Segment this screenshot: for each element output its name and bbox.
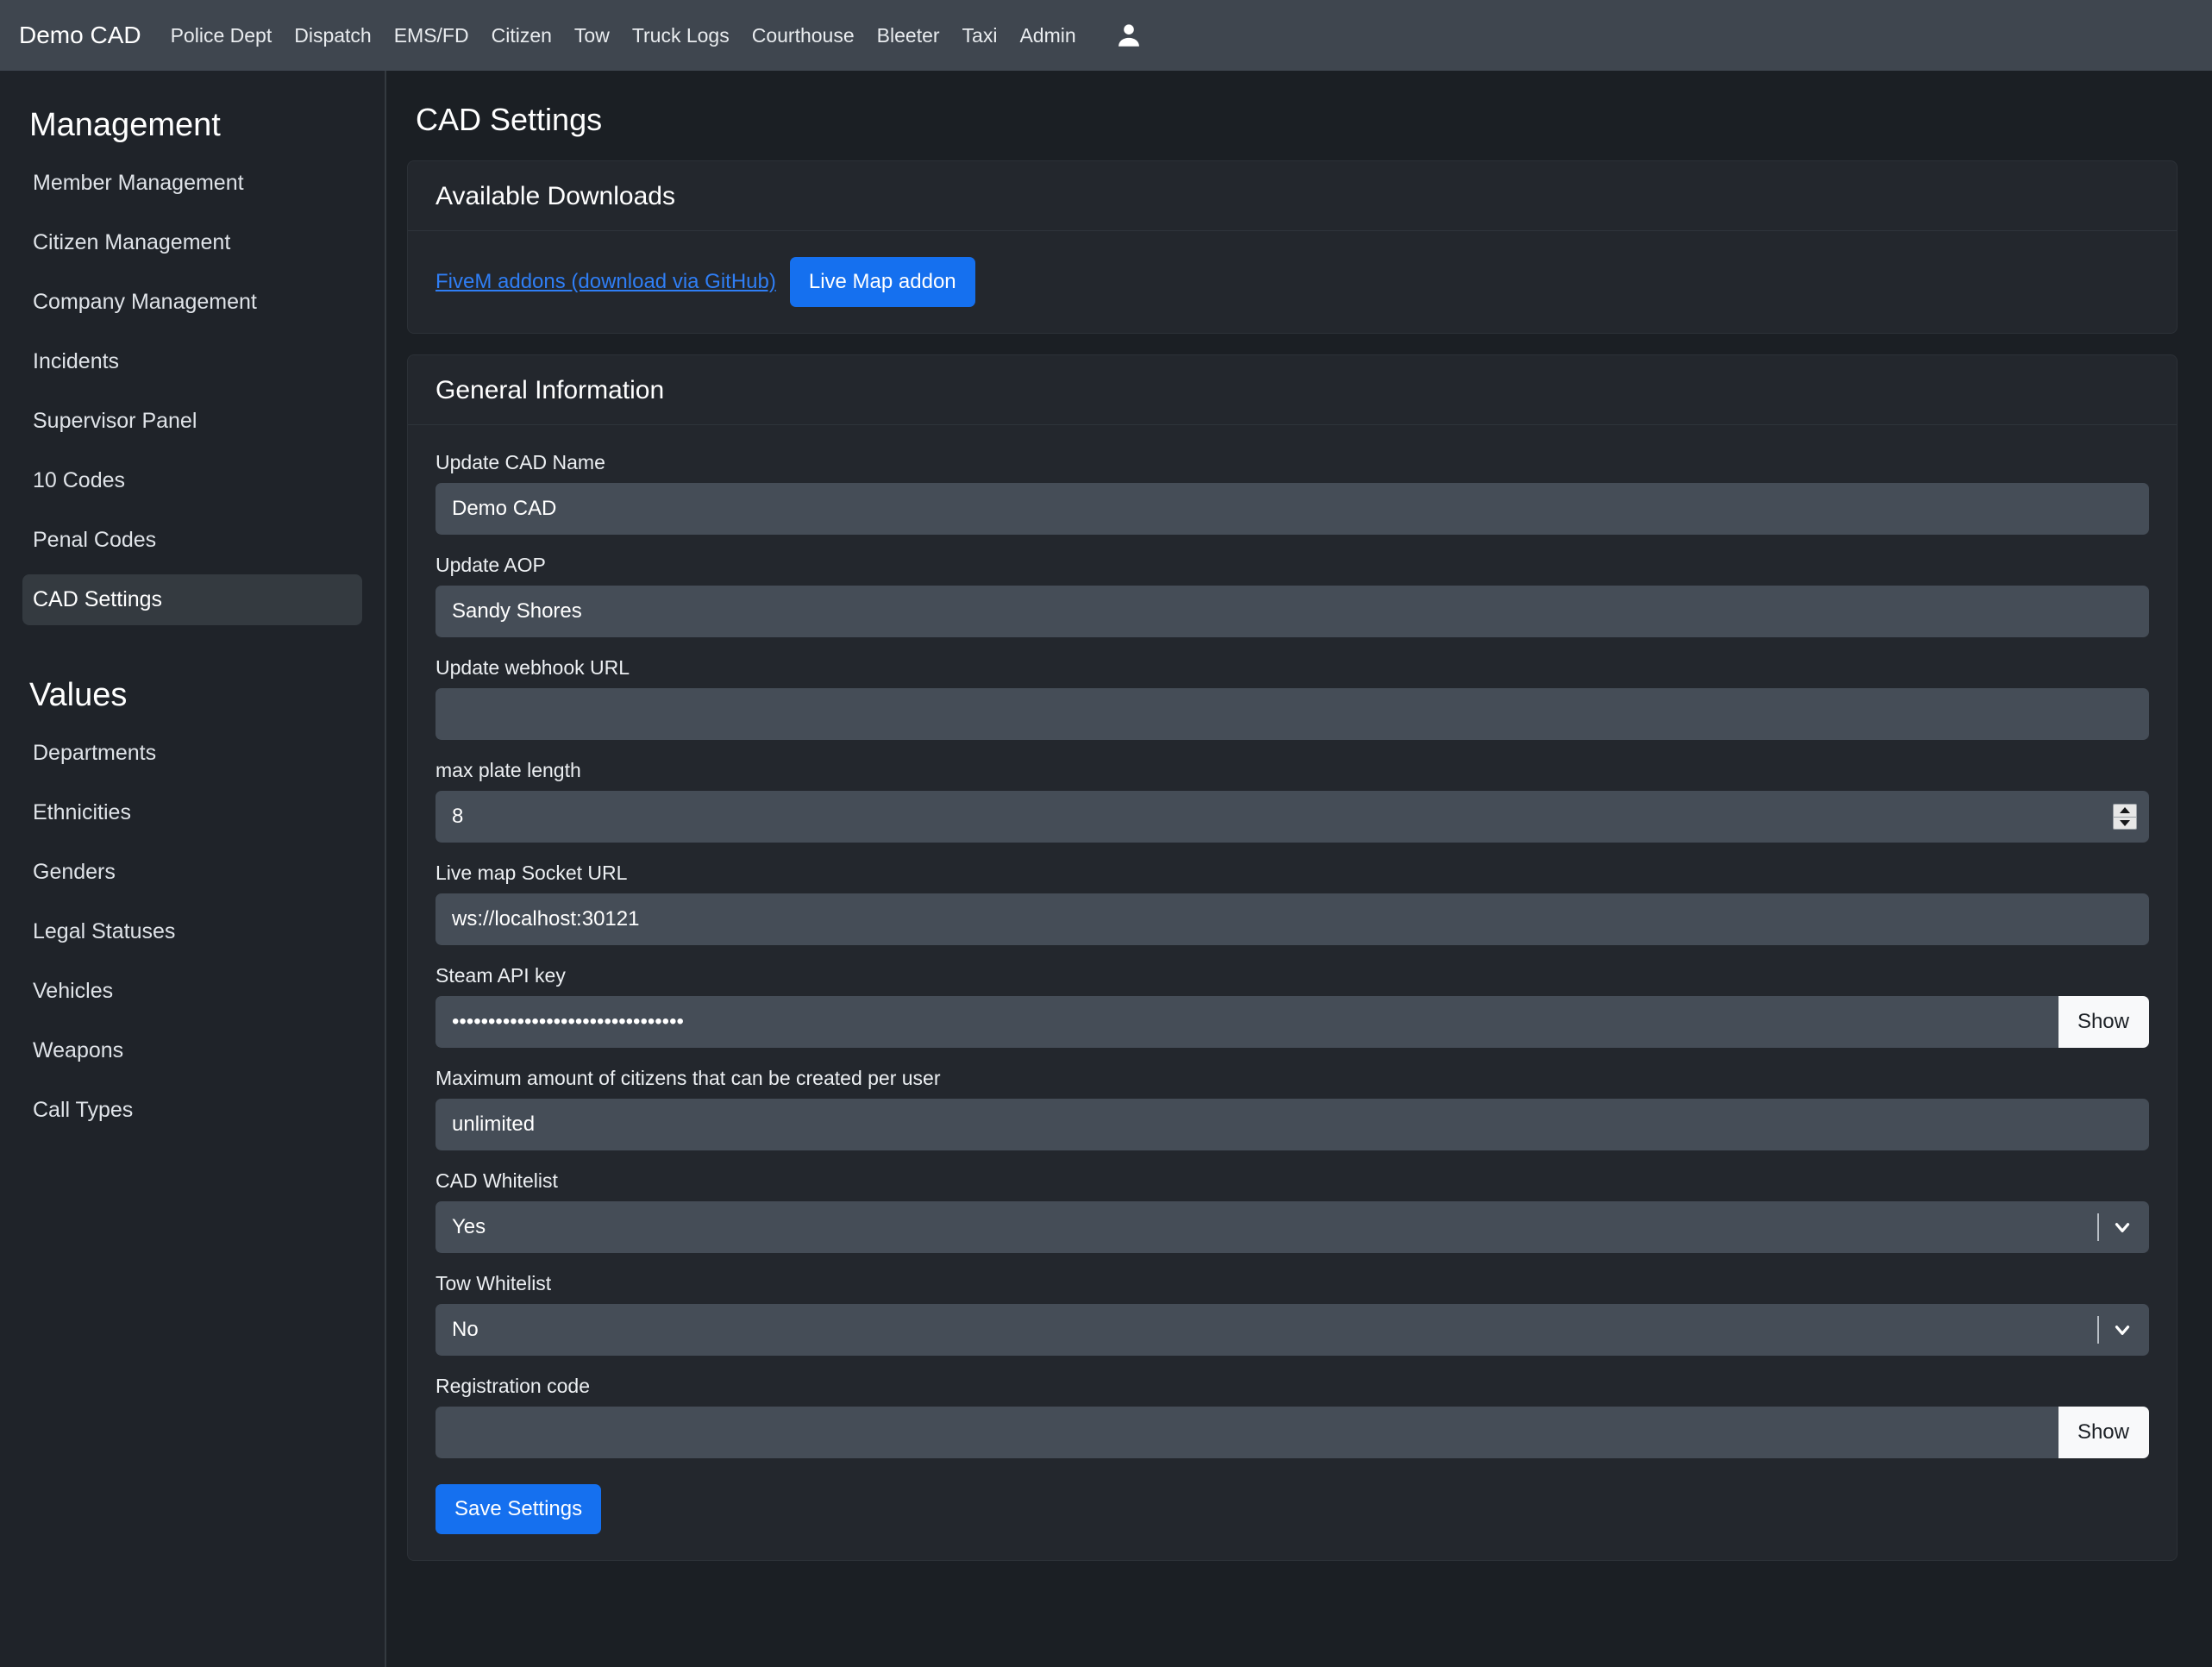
row-socket-url	[436, 893, 2149, 945]
nav-item-truck-logs[interactable]: Truck Logs	[632, 24, 730, 47]
row-tow-whitelist	[436, 1304, 2149, 1356]
nav-item-taxi[interactable]: Taxi	[962, 24, 998, 47]
sidebar-item-supervisor-panel[interactable]: Supervisor Panel	[22, 396, 362, 447]
row-cad-whitelist	[436, 1201, 2149, 1253]
downloads-row: FiveM addons (download via GitHub) Live …	[436, 257, 2149, 307]
max-citizens-input[interactable]	[436, 1099, 2149, 1150]
page-title: CAD Settings	[407, 91, 2178, 160]
sidebar-item-legal-statuses[interactable]: Legal Statuses	[22, 906, 362, 957]
sidebar-item-vehicles[interactable]: Vehicles	[22, 966, 362, 1017]
live-map-addon-button[interactable]: Live Map addon	[790, 257, 975, 307]
sidebar-item-cad-settings[interactable]: CAD Settings	[22, 574, 362, 625]
field-group-tow-whitelist: Tow Whitelist	[436, 1272, 2149, 1356]
label-tow-whitelist: Tow Whitelist	[436, 1272, 2149, 1295]
general-information-card: General Information Update CAD Name Upda…	[407, 354, 2178, 1561]
label-socket-url: Live map Socket URL	[436, 862, 2149, 885]
sidebar-item-genders[interactable]: Genders	[22, 847, 362, 898]
row-max-plate-length	[436, 791, 2149, 843]
field-group-max-plate-length: max plate length	[436, 759, 2149, 843]
row-max-citizens	[436, 1099, 2149, 1150]
label-cad-whitelist: CAD Whitelist	[436, 1169, 2149, 1193]
sidebar-item-incidents[interactable]: Incidents	[22, 336, 362, 387]
stepper-down-icon[interactable]	[2114, 818, 2136, 830]
sidebar-item-member-management[interactable]: Member Management	[22, 158, 362, 209]
sidebar-item-citizen-management[interactable]: Citizen Management	[22, 217, 362, 268]
label-max-plate-length: max plate length	[436, 759, 2149, 782]
sidebar-item-departments[interactable]: Departments	[22, 728, 362, 779]
aop-input[interactable]	[436, 586, 2149, 637]
top-navbar: Demo CAD Police Dept Dispatch EMS/FD Cit…	[0, 0, 2212, 71]
field-group-socket-url: Live map Socket URL	[436, 862, 2149, 945]
row-cad-name	[436, 483, 2149, 535]
available-downloads-card: Available Downloads FiveM addons (downlo…	[407, 160, 2178, 334]
label-max-citizens: Maximum amount of citizens that can be c…	[436, 1067, 2149, 1090]
sidebar-item-call-types[interactable]: Call Types	[22, 1085, 362, 1136]
steam-api-key-input[interactable]	[436, 996, 2058, 1048]
max-plate-length-input[interactable]	[436, 791, 2149, 843]
row-webhook-url	[436, 688, 2149, 740]
main-content: CAD Settings Available Downloads FiveM a…	[386, 71, 2212, 1667]
cad-whitelist-select[interactable]	[436, 1201, 2149, 1253]
sidebar: Management Member Management Citizen Man…	[0, 71, 386, 1667]
user-icon	[1114, 21, 1144, 50]
page-layout: Management Member Management Citizen Man…	[0, 71, 2212, 1667]
save-row: Save Settings	[436, 1477, 2149, 1534]
label-cad-name: Update CAD Name	[436, 451, 2149, 474]
stepper-up-icon[interactable]	[2114, 805, 2136, 818]
row-registration-code: Show	[436, 1407, 2149, 1458]
field-group-registration-code: Registration code Show	[436, 1375, 2149, 1458]
brand-logo[interactable]: Demo CAD	[19, 22, 141, 49]
sidebar-item-company-management[interactable]: Company Management	[22, 277, 362, 328]
field-group-webhook-url: Update webhook URL	[436, 656, 2149, 740]
nav-item-admin[interactable]: Admin	[1019, 24, 1075, 47]
tow-whitelist-wrapper	[436, 1304, 2149, 1356]
nav-item-tow[interactable]: Tow	[574, 24, 610, 47]
registration-code-input[interactable]	[436, 1407, 2058, 1458]
fivem-addons-link[interactable]: FiveM addons (download via GitHub)	[436, 270, 776, 294]
general-information-body: Update CAD Name Update AOP Update webhoo…	[408, 425, 2177, 1560]
nav-item-police-dept[interactable]: Police Dept	[171, 24, 273, 47]
steam-api-key-show-button[interactable]: Show	[2058, 996, 2149, 1048]
general-information-header: General Information	[408, 355, 2177, 425]
nav-item-citizen[interactable]: Citizen	[492, 24, 552, 47]
registration-code-show-button[interactable]: Show	[2058, 1407, 2149, 1458]
socket-url-input[interactable]	[436, 893, 2149, 945]
field-group-aop: Update AOP	[436, 554, 2149, 637]
row-aop	[436, 586, 2149, 637]
field-group-cad-name: Update CAD Name	[436, 451, 2149, 535]
label-steam-api-key: Steam API key	[436, 964, 2149, 987]
nav-item-ems-fd[interactable]: EMS/FD	[394, 24, 469, 47]
field-group-steam-api-key: Steam API key Show	[436, 964, 2149, 1048]
available-downloads-header: Available Downloads	[408, 161, 2177, 231]
tow-whitelist-select[interactable]	[436, 1304, 2149, 1356]
cad-name-input[interactable]	[436, 483, 2149, 535]
field-group-cad-whitelist: CAD Whitelist	[436, 1169, 2149, 1253]
sidebar-item-weapons[interactable]: Weapons	[22, 1025, 362, 1076]
webhook-url-input[interactable]	[436, 688, 2149, 740]
save-settings-button[interactable]: Save Settings	[436, 1484, 601, 1534]
number-stepper[interactable]	[2113, 804, 2137, 830]
nav-item-courthouse[interactable]: Courthouse	[752, 24, 855, 47]
nav-item-dispatch[interactable]: Dispatch	[294, 24, 371, 47]
label-aop: Update AOP	[436, 554, 2149, 577]
field-group-max-citizens: Maximum amount of citizens that can be c…	[436, 1067, 2149, 1150]
label-webhook-url: Update webhook URL	[436, 656, 2149, 680]
sidebar-heading-values: Values	[22, 667, 362, 723]
nav-item-bleeter[interactable]: Bleeter	[877, 24, 940, 47]
cad-whitelist-wrapper	[436, 1201, 2149, 1253]
sidebar-item-ethnicities[interactable]: Ethnicities	[22, 787, 362, 838]
available-downloads-body: FiveM addons (download via GitHub) Live …	[408, 231, 2177, 333]
sidebar-item-penal-codes[interactable]: Penal Codes	[22, 515, 362, 566]
sidebar-heading-management: Management	[22, 97, 362, 153]
user-menu-button[interactable]	[1114, 21, 1144, 50]
sidebar-item-10-codes[interactable]: 10 Codes	[22, 455, 362, 506]
row-steam-api-key: Show	[436, 996, 2149, 1048]
label-registration-code: Registration code	[436, 1375, 2149, 1398]
max-plate-length-wrapper	[436, 791, 2149, 843]
